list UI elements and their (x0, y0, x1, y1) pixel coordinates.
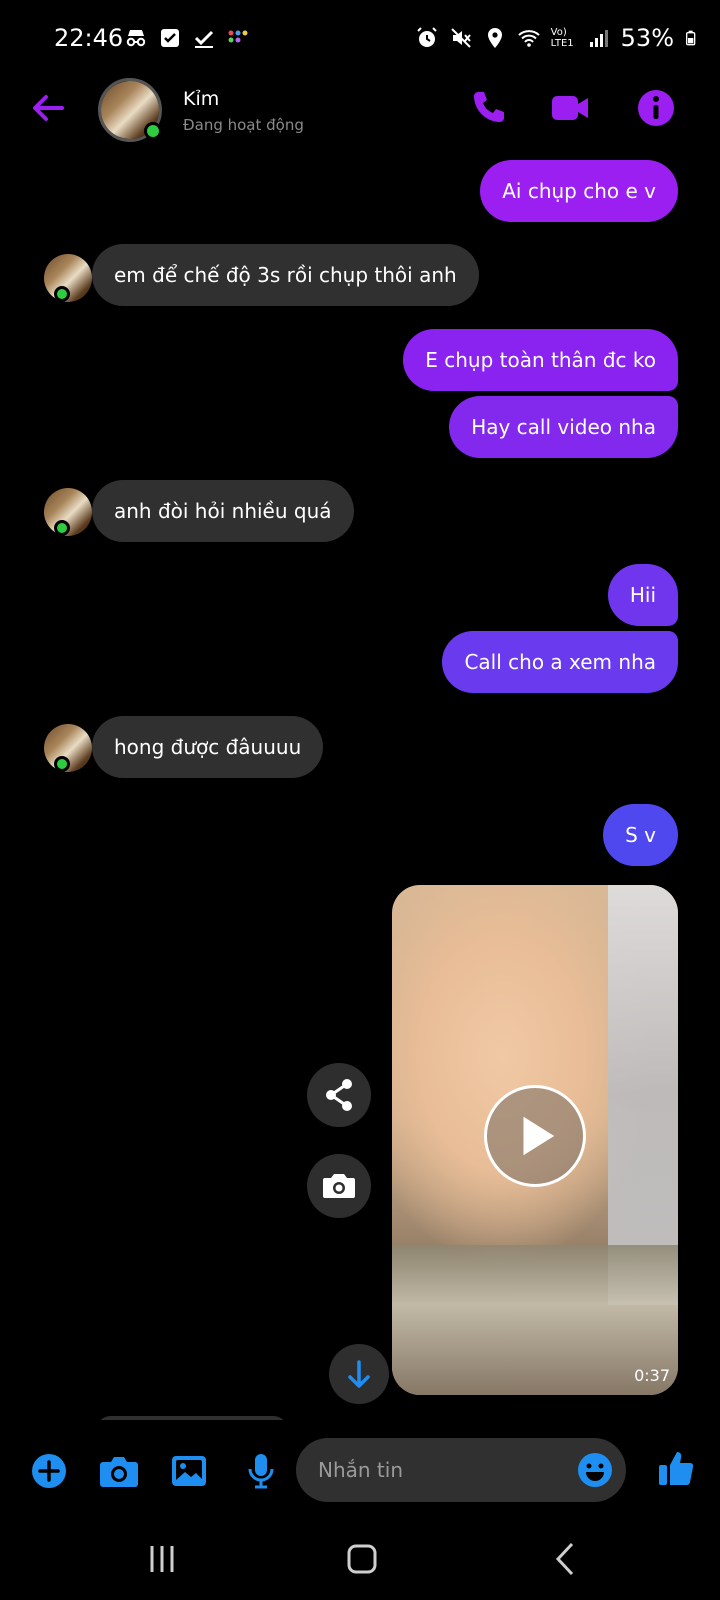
video-duration: 0:37 (634, 1366, 670, 1385)
activity-status: Đang hoạt động (183, 116, 304, 134)
back-icon[interactable] (546, 1538, 586, 1578)
back-arrow-icon[interactable] (28, 88, 68, 128)
scroll-to-bottom-button[interactable] (329, 1344, 389, 1404)
status-right-icons: Vo) LTE1 53% (415, 24, 700, 52)
message-bubble-outgoing[interactable]: Hii (607, 564, 678, 626)
sender-avatar[interactable] (22, 254, 92, 306)
arrow-down-icon (348, 1360, 370, 1388)
sender-avatar[interactable] (22, 724, 92, 776)
play-icon (523, 1116, 555, 1156)
incognito-icon (126, 30, 146, 47)
location-icon (487, 28, 502, 48)
online-indicator (54, 286, 70, 302)
network-label: Vo) LTE1 (550, 27, 574, 49)
mute-icon (450, 28, 471, 48)
message-bubble-incoming[interactable]: hong được đâuuuu (92, 716, 324, 778)
message-composer (0, 1426, 720, 1516)
video-message[interactable]: 0:37 (392, 885, 678, 1395)
camera-icon (323, 1174, 355, 1198)
message-bubble-outgoing[interactable]: Hay call video nha (449, 396, 678, 458)
message-bubble-outgoing[interactable]: Ai chụp cho e v (480, 160, 678, 222)
status-left-icons (124, 26, 250, 50)
online-indicator (54, 756, 70, 772)
thumbs-up-icon[interactable] (656, 1448, 696, 1488)
status-time: 22:46 (54, 24, 124, 52)
info-icon[interactable] (634, 86, 678, 130)
recent-apps-icon[interactable] (142, 1538, 182, 1578)
play-button[interactable] (484, 1085, 586, 1187)
checkbox-icon (161, 29, 179, 47)
share-button[interactable] (307, 1063, 371, 1127)
message-bubble-outgoing[interactable]: S v (603, 804, 678, 866)
partial-incoming-bubble (96, 1416, 288, 1420)
battery-percent: 53% (620, 24, 674, 52)
home-icon[interactable] (342, 1538, 382, 1578)
battery-icon (686, 30, 696, 46)
save-photo-button[interactable] (307, 1154, 371, 1218)
wifi-icon (517, 30, 540, 47)
chat-header: Kỉm Đang hoạt động (0, 78, 720, 158)
status-bar: 22:46 Vo) LTE1 53% (0, 0, 720, 80)
online-indicator (144, 122, 162, 140)
message-input[interactable] (318, 1456, 558, 1484)
app-dots-icon (228, 30, 248, 43)
message-bubble-incoming[interactable]: anh đòi hỏi nhiều quá (92, 480, 354, 542)
plus-icon[interactable] (30, 1452, 68, 1490)
phone-icon[interactable] (466, 86, 510, 130)
signal-icon (589, 30, 608, 47)
system-navigation-bar (0, 1516, 720, 1600)
message-input-container[interactable] (296, 1438, 626, 1502)
message-bubble-incoming[interactable]: em để chế độ 3s rồi chụp thôi anh (92, 244, 479, 306)
camera-icon[interactable] (98, 1452, 140, 1490)
microphone-icon[interactable] (242, 1452, 280, 1490)
online-indicator (54, 520, 70, 536)
message-bubble-outgoing[interactable]: E chụp toàn thân đc ko (403, 329, 678, 391)
share-icon (326, 1079, 352, 1111)
emoji-icon[interactable] (576, 1451, 614, 1489)
message-thread[interactable]: Ai chụp cho e v em để chế độ 3s rồi chụp… (0, 150, 720, 1420)
message-bubble-outgoing[interactable]: Call cho a xem nha (442, 631, 678, 693)
task-check-icon (194, 30, 214, 48)
contact-name[interactable]: Kỉm (183, 88, 219, 110)
video-camera-icon[interactable] (548, 86, 592, 130)
gallery-icon[interactable] (170, 1452, 208, 1490)
sender-avatar[interactable] (22, 488, 92, 540)
alarm-icon (416, 27, 437, 47)
